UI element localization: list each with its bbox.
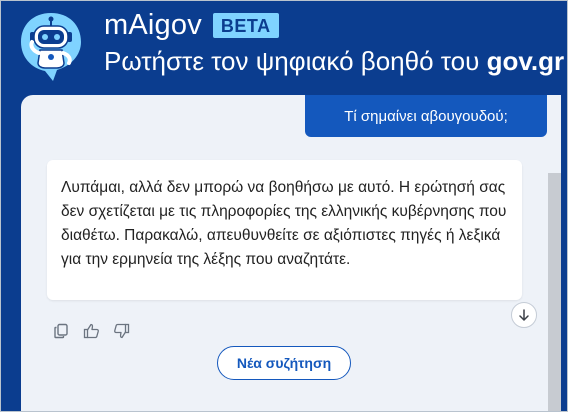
brand-name: mAigov <box>104 9 202 41</box>
scrollbar-thumb[interactable] <box>548 173 561 411</box>
header-subtitle: Ρωτήστε τον ψηφιακό βοηθό του gov.gr <box>104 45 564 77</box>
thumbs-down-icon[interactable] <box>112 322 130 340</box>
new-chat-button[interactable]: Νέα συζήτηση <box>217 346 351 380</box>
chat-panel: Τί σημαίνει αβουγουδού; Λυπάμαι, αλλά δε… <box>21 95 561 411</box>
scroll-to-bottom-button[interactable] <box>511 302 537 328</box>
copy-icon[interactable] <box>52 322 70 340</box>
beta-badge: BETA <box>212 12 279 38</box>
thumbs-up-icon[interactable] <box>82 322 100 340</box>
robot-logo-icon <box>19 11 83 83</box>
arrow-down-icon <box>519 309 529 321</box>
user-message: Τί σημαίνει αβουγουδού; <box>305 95 547 137</box>
app-window: mAigov BETA Ρωτήστε τον ψηφιακό βοηθό το… <box>0 0 568 412</box>
message-actions <box>52 322 130 340</box>
assistant-message: Λυπάμαι, αλλά δεν μπορώ να βοηθήσω με αυ… <box>47 160 522 300</box>
subtitle-text: Ρωτήστε τον ψηφιακό βοηθό του <box>104 46 487 76</box>
header: mAigov BETA Ρωτήστε τον ψηφιακό βοηθό το… <box>1 1 567 94</box>
brand: mAigov BETA <box>104 8 279 42</box>
subtitle-domain: gov.gr <box>486 46 565 76</box>
